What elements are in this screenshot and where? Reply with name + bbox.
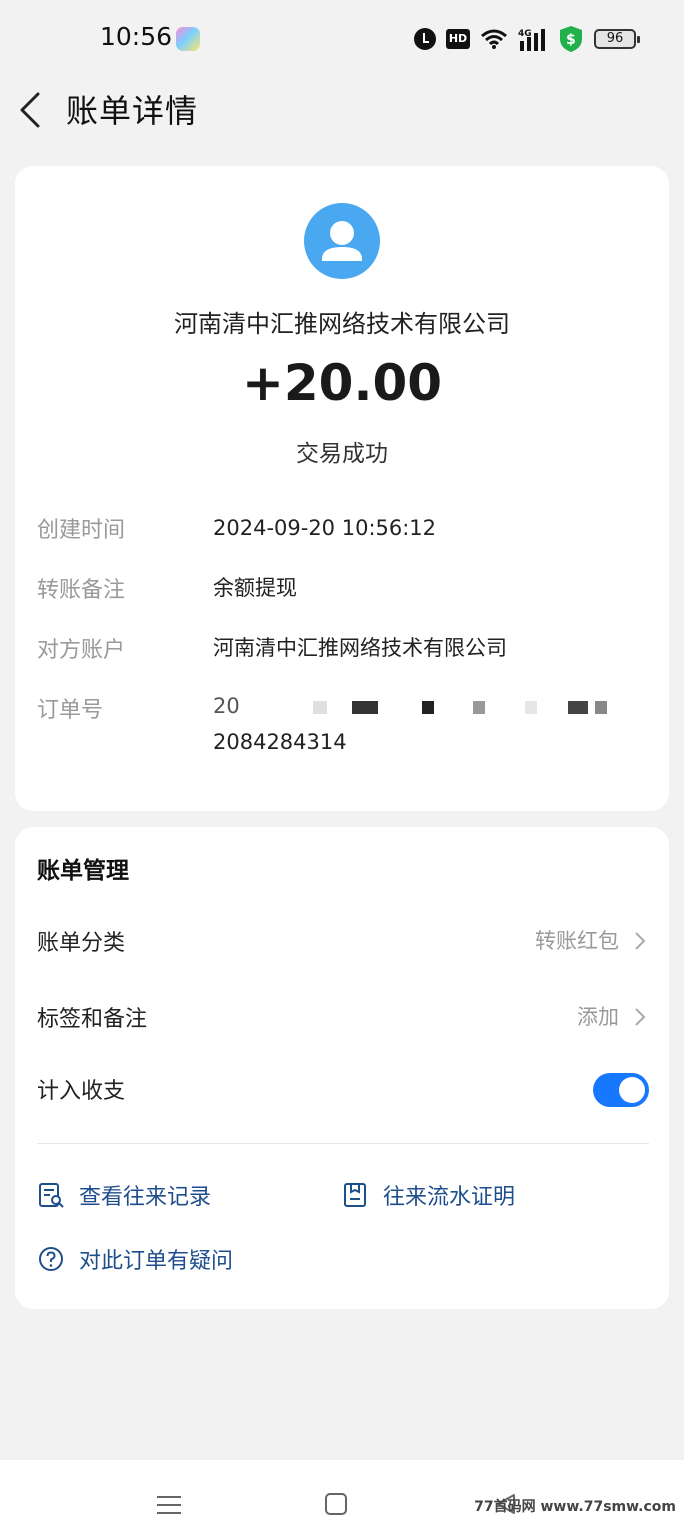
watermark: 77首码网 www.77smw.com xyxy=(474,1499,676,1515)
section-title: 账单管理 xyxy=(37,858,129,884)
question-icon xyxy=(39,1247,63,1271)
redaction-mask xyxy=(334,701,346,714)
detail-value[interactable]: 河南清中汇推网络技术有限公司 xyxy=(213,630,647,666)
detail-label: 订单号 xyxy=(37,698,104,723)
menu-icon[interactable] xyxy=(156,1494,182,1516)
row-value: 添加 xyxy=(577,1005,619,1029)
redaction-mask xyxy=(594,700,607,714)
security-shield-icon: $ xyxy=(560,26,582,52)
redaction-mask xyxy=(385,701,415,714)
row-label: 标签和备注 xyxy=(37,1007,148,1032)
counterparty-name: 河南清中汇推网络技术有限公司 xyxy=(174,310,510,338)
page-header: 账单详情 xyxy=(0,78,684,140)
transaction-card: 河南清中汇推网络技术有限公司 +20.00 交易成功 创建时间 2024-09-… xyxy=(15,166,669,811)
alarm-icon xyxy=(414,28,436,50)
view-records-link[interactable]: 查看往来记录 xyxy=(37,1179,211,1211)
app-notification-icon xyxy=(176,27,200,51)
redaction-mask xyxy=(524,700,537,714)
status-bar: 10:56 HD 4G $ 96 xyxy=(0,0,684,78)
cellular-signal-icon: 4G xyxy=(518,29,545,51)
include-in-budget-row: 计入收支 xyxy=(37,1067,649,1111)
bill-management-card: 账单管理 账单分类 转账红包 标签和备注 添加 计入收支 查看往来记录 往来流水… xyxy=(15,827,669,1309)
avatar xyxy=(304,203,380,279)
detail-value: 余额提现 xyxy=(213,576,297,600)
redaction-mask xyxy=(492,701,518,714)
status-time: 10:56 xyxy=(100,22,173,51)
toggle-knob xyxy=(619,1077,645,1103)
order-number-value[interactable]: 20 2084284314 xyxy=(213,688,647,760)
include-in-budget-toggle[interactable] xyxy=(593,1073,649,1107)
redaction-mask xyxy=(313,700,328,714)
home-icon[interactable] xyxy=(325,1493,347,1515)
order-number-end: 2084284314 xyxy=(213,730,347,754)
redaction-mask xyxy=(543,701,561,714)
redaction-mask xyxy=(421,700,434,714)
order-number-start: 20 xyxy=(213,694,240,718)
divider xyxy=(37,1143,649,1144)
redaction-mask xyxy=(352,700,379,714)
row-label: 账单分类 xyxy=(37,931,126,956)
transaction-proof-link[interactable]: 往来流水证明 xyxy=(341,1179,515,1211)
record-search-icon xyxy=(39,1183,64,1208)
user-avatar-icon xyxy=(322,221,362,261)
action-label: 往来流水证明 xyxy=(383,1185,516,1210)
battery-icon: 96 xyxy=(594,29,640,49)
detail-label: 创建时间 xyxy=(37,518,126,543)
status-icons: HD 4G $ 96 xyxy=(414,24,640,54)
row-label: 计入收支 xyxy=(37,1079,126,1104)
redaction-mask xyxy=(441,701,467,714)
redaction-mask xyxy=(567,700,588,714)
document-icon xyxy=(344,1183,366,1207)
page-title: 账单详情 xyxy=(66,92,199,130)
detail-value: 2024-09-20 10:56:12 xyxy=(213,516,437,540)
order-question-link[interactable]: 对此订单有疑问 xyxy=(37,1243,233,1275)
wifi-icon xyxy=(481,29,507,49)
back-arrow-icon[interactable] xyxy=(16,90,46,130)
action-label: 查看往来记录 xyxy=(79,1185,212,1210)
tags-remarks-row[interactable]: 标签和备注 添加 xyxy=(37,995,649,1039)
chevron-right-icon xyxy=(635,932,646,950)
detail-label: 转账备注 xyxy=(37,578,126,603)
transaction-amount: +20.00 xyxy=(241,354,443,412)
redaction-mask xyxy=(473,700,486,714)
detail-label: 对方账户 xyxy=(37,638,126,663)
redaction-mask xyxy=(246,701,306,714)
bill-category-row[interactable]: 账单分类 转账红包 xyxy=(37,919,649,963)
svg-text:$: $ xyxy=(566,32,576,48)
system-nav-bar: 77首码网 www.77smw.com xyxy=(0,1460,684,1522)
action-label: 对此订单有疑问 xyxy=(79,1249,234,1274)
row-value: 转账红包 xyxy=(535,929,619,953)
transaction-status: 交易成功 xyxy=(296,441,388,467)
chevron-right-icon xyxy=(635,1008,646,1026)
hd-icon: HD xyxy=(446,29,470,49)
